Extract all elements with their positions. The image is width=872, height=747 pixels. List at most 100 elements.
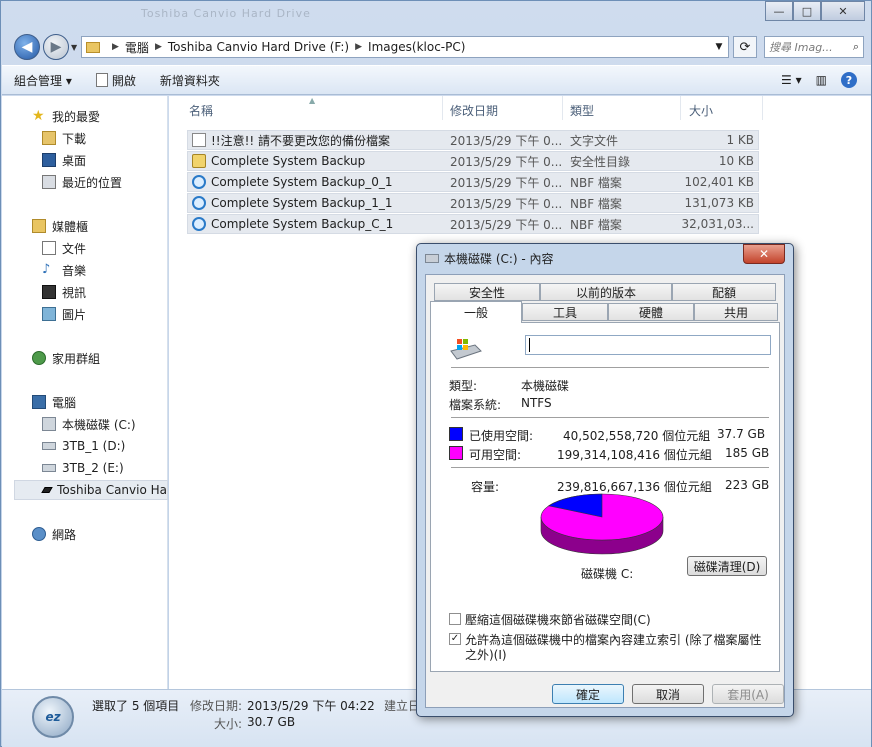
file-type: NBF 檔案 [570, 217, 622, 232]
sidebar-item-desktop[interactable]: 桌面 [42, 150, 86, 170]
sidebar-item-downloads[interactable]: 下載 [42, 128, 86, 148]
search-icon[interactable]: ⌕ [853, 40, 859, 54]
sidebar-libraries-label: 媒體櫃 [52, 219, 89, 234]
tab-security[interactable]: 安全性 [434, 283, 540, 301]
breadcrumb-folder[interactable]: Images(kloc-PC) [368, 40, 465, 54]
sidebar-favorites[interactable]: ★ 我的最愛 [32, 106, 100, 126]
address-bar[interactable]: ▶ 電腦 ▶ Toshiba Canvio Hard Drive (F:) ▶ … [81, 36, 729, 58]
sidebar-libraries[interactable]: 媒體櫃 [32, 216, 88, 236]
security-catalog-icon [192, 154, 206, 168]
chevron-right-icon[interactable]: ▶ [155, 42, 162, 52]
sidebar-item-drive-d[interactable]: 3TB_1 (D:) [42, 436, 125, 456]
file-row[interactable]: Complete System Backup_0_1 2013/5/29 下午 … [187, 172, 759, 192]
sidebar-item-music[interactable]: ♪ 音樂 [42, 260, 86, 280]
drive-icon [425, 254, 439, 263]
refresh-button[interactable]: ⟳ [733, 36, 757, 58]
sidebar-item-recent[interactable]: 最近的位置 [42, 172, 122, 192]
sidebar-item-label: Toshiba Canvio Ha [57, 483, 167, 497]
chevron-down-icon[interactable]: ▼ [710, 42, 728, 52]
free-space-label: 可用空間: [469, 448, 522, 462]
breadcrumb-computer[interactable]: 電腦 [125, 39, 149, 56]
tab-hardware[interactable]: 硬體 [608, 303, 694, 321]
cancel-button[interactable]: 取消 [632, 684, 704, 704]
used-space-swatch [449, 427, 463, 441]
dialog-title: 本機磁碟 (C:) - 內容 [444, 252, 554, 266]
file-row[interactable]: !!注意!! 請不要更改您的備份檔案 2013/5/29 下午 0... 文字文… [187, 130, 759, 150]
sidebar-item-label: 最近的位置 [62, 175, 123, 190]
column-name[interactable]: 名稱 [189, 102, 213, 119]
file-row[interactable]: Complete System Backup 2013/5/29 下午 0...… [187, 151, 759, 171]
title-bar: Toshiba Canvio Hard Drive — □ ✕ [1, 1, 871, 29]
search-input[interactable]: 搜尋 Imag... ⌕ [764, 36, 864, 58]
file-name: Complete System Backup_C_1 [211, 217, 394, 231]
arrow-right-icon: ▶ [50, 39, 62, 55]
forward-button[interactable]: ▶ [43, 34, 69, 60]
chevron-right-icon[interactable]: ▶ [355, 42, 362, 52]
back-button[interactable]: ◀ [14, 34, 40, 60]
close-button[interactable]: ✕ [821, 1, 865, 21]
organize-button[interactable]: 組合管理 ▾ [2, 72, 84, 89]
sidebar-item-pictures[interactable]: 圖片 [42, 304, 86, 324]
file-size: 32,031,03... [681, 217, 754, 231]
text-cursor [529, 338, 530, 352]
help-icon[interactable]: ? [841, 72, 857, 88]
free-space-bytes: 199,314,108,416 個位元組 [557, 448, 712, 462]
tab-general[interactable]: 一般 [430, 301, 522, 323]
drive-label-input[interactable] [525, 335, 771, 355]
file-name: Complete System Backup_0_1 [211, 175, 393, 189]
videos-icon [42, 285, 56, 299]
sidebar-computer[interactable]: 電腦 [32, 392, 76, 412]
recent-pages-dropdown[interactable]: ▼ [71, 43, 77, 52]
sidebar-item-label: 本機磁碟 (C:) [62, 417, 136, 432]
filesystem-label: 檔案系統: [449, 398, 502, 412]
open-button[interactable]: 開啟 [84, 72, 148, 89]
size-value: 30.7 GB [247, 715, 296, 729]
sidebar-item-label: 下載 [62, 131, 87, 146]
ok-button[interactable]: 確定 [552, 684, 624, 704]
tab-tools[interactable]: 工具 [522, 303, 608, 321]
sidebar-homegroup[interactable]: 家用群組 [32, 348, 100, 368]
preview-pane-icon[interactable]: ▥ [816, 73, 827, 87]
index-checkbox[interactable]: ✓ [449, 633, 461, 645]
tab-quota[interactable]: 配額 [672, 283, 776, 301]
search-placeholder: 搜尋 Imag... [769, 41, 833, 54]
file-row[interactable]: Complete System Backup_1_1 2013/5/29 下午 … [187, 193, 759, 213]
minimize-button[interactable]: — [765, 1, 793, 21]
compress-checkbox[interactable] [449, 613, 461, 625]
sidebar-item-drive-f[interactable]: Toshiba Canvio Ha [14, 480, 168, 500]
sidebar-item-videos[interactable]: 視訊 [42, 282, 86, 302]
sidebar-network[interactable]: 網路 [32, 524, 76, 544]
sidebar-item-drive-c[interactable]: 本機磁碟 (C:) [42, 414, 136, 434]
column-type[interactable]: 類型 [570, 102, 594, 119]
dialog-title-bar: 本機磁碟 (C:) - 內容 [425, 250, 554, 267]
column-size[interactable]: 大小 [689, 102, 713, 119]
sidebar-item-label: 音樂 [62, 263, 87, 278]
dialog-close-button[interactable]: ✕ [743, 244, 785, 264]
sidebar-item-documents[interactable]: 文件 [42, 238, 86, 258]
file-row[interactable]: Complete System Backup_C_1 2013/5/29 下午 … [187, 214, 759, 234]
view-options-icon[interactable]: ☰ ▾ [781, 73, 802, 87]
disk-cleanup-button[interactable]: 磁碟清理(D) [687, 556, 767, 576]
new-folder-button[interactable]: 新增資料夾 [148, 72, 232, 89]
apply-button[interactable]: 套用(A) [712, 684, 784, 704]
chevron-right-icon[interactable]: ▶ [112, 42, 119, 52]
navigation-bar: ◀ ▶ ▼ ▶ 電腦 ▶ Toshiba Canvio Hard Drive (… [1, 31, 871, 63]
sidebar-item-drive-e[interactable]: 3TB_2 (E:) [42, 458, 124, 478]
sidebar-computer-label: 電腦 [52, 395, 77, 410]
libraries-icon [32, 219, 46, 233]
modified-label: 修改日期: [190, 699, 243, 713]
windows-drive-icon [450, 339, 482, 360]
refresh-icon: ⟳ [739, 39, 751, 55]
column-date[interactable]: 修改日期 [450, 102, 498, 119]
maximize-button[interactable]: □ [793, 1, 821, 21]
breadcrumb-drive[interactable]: Toshiba Canvio Hard Drive (F:) [168, 40, 349, 54]
pictures-icon [42, 307, 56, 321]
nbf-file-icon [192, 175, 206, 189]
tab-previous-versions[interactable]: 以前的版本 [540, 283, 672, 301]
capacity-label: 容量: [471, 480, 500, 494]
homegroup-icon [32, 351, 46, 365]
index-label-line1: 允許為這個磁碟機中的檔案內容建立索引 (除了檔案屬性 [465, 633, 762, 647]
used-space-label: 已使用空間: [469, 429, 534, 443]
tab-sharing[interactable]: 共用 [694, 303, 778, 321]
sidebar-item-label: 3TB_2 (E:) [62, 461, 124, 475]
